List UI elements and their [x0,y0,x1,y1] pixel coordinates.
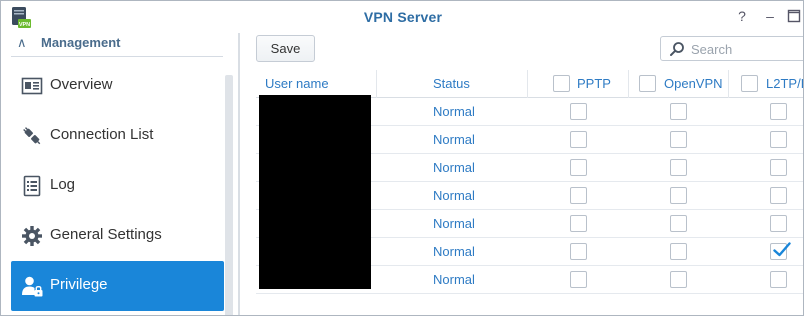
pptp-checkbox[interactable] [570,243,587,260]
sidebar-item-privilege[interactable]: Privilege [11,261,224,311]
l2tp-checkbox[interactable] [770,131,787,148]
sidebar-item-label: Connection List [50,126,154,143]
openvpn-checkbox[interactable] [670,103,687,120]
column-separator [527,70,528,98]
pptp-checkbox[interactable] [570,187,587,204]
l2tp-checkbox[interactable] [770,187,787,204]
sidebar-group-management[interactable]: ∧ Management [11,33,223,57]
sidebar-item-label: General Settings [50,226,162,243]
search-icon [670,42,684,56]
l2tp-checkbox[interactable] [770,159,787,176]
column-header-status[interactable]: Status [433,70,470,98]
l2tp-checkbox[interactable] [770,271,787,288]
sidebar-item-label: Log [50,176,76,193]
openvpn-checkbox[interactable] [670,159,687,176]
save-button[interactable]: Save [256,35,315,62]
l2tp-checkbox[interactable] [770,215,787,232]
status-cell: Normal [433,160,475,175]
sidebar-item-overview[interactable]: Overview [11,61,224,111]
openvpn-checkbox[interactable] [670,215,687,232]
l2tp-select-all-checkbox[interactable] [741,75,758,92]
pptp-select-all-checkbox[interactable] [553,75,570,92]
sidebar-item-log[interactable]: Log [11,161,224,211]
minimize-button[interactable]: – [761,7,779,25]
window-title: VPN Server [363,9,443,25]
pptp-checkbox[interactable] [570,271,587,288]
sidebar-scrollbar[interactable] [225,75,233,315]
gear-icon [22,226,42,246]
pptp-checkbox[interactable] [570,103,587,120]
status-cell: Normal [433,216,475,231]
sidebar-item-label: Privilege [50,276,108,293]
status-cell: Normal [433,188,475,203]
vpn-server-window: VPN VPN Server ? – ∧ Management Overview [0,0,804,316]
l2tp-checkbox[interactable] [770,103,787,120]
column-separator [628,70,629,98]
pptp-checkbox[interactable] [570,159,587,176]
openvpn-checkbox[interactable] [670,271,687,288]
openvpn-checkbox[interactable] [670,243,687,260]
status-cell: Normal [433,244,475,259]
sidebar-item-connection-list[interactable]: Connection List [11,111,224,161]
openvpn-checkbox[interactable] [670,131,687,148]
title-bar: VPN VPN Server ? – [1,1,803,33]
sidebar-item-general-settings[interactable]: General Settings [11,211,224,261]
chevron-up-icon: ∧ [17,35,27,50]
redacted-user-names [259,95,371,289]
openvpn-select-all-checkbox[interactable] [639,75,656,92]
openvpn-checkbox[interactable] [670,187,687,204]
sidebar-item-label: Overview [50,76,113,93]
log-list-icon [23,175,41,197]
table-header: User name Status PPTP OpenVPN L2TP/I [256,70,803,98]
plug-icon [23,127,41,145]
status-cell: Normal [433,132,475,147]
status-cell: Normal [433,272,475,287]
pptp-checkbox[interactable] [570,215,587,232]
user-lock-icon [22,276,43,297]
column-separator [376,70,377,98]
search-input[interactable] [691,40,801,58]
search-box[interactable] [660,36,803,61]
column-header-openvpn[interactable]: OpenVPN [664,70,723,98]
sidebar-group-label: Management [41,35,121,50]
column-header-l2tp[interactable]: L2TP/I [766,70,803,98]
status-cell: Normal [433,104,475,119]
help-button[interactable]: ? [733,7,751,25]
column-separator [728,70,729,98]
sidebar: ∧ Management Overview Connection List Lo… [1,33,235,315]
pptp-checkbox[interactable] [570,131,587,148]
l2tp-checkbox-checked[interactable] [770,242,791,260]
sidebar-divider [238,33,240,315]
checkmark-icon [773,242,791,257]
column-header-user-name[interactable]: User name [265,70,329,98]
maximize-button[interactable] [787,9,801,23]
overview-card-icon [21,77,43,95]
column-header-pptp[interactable]: PPTP [577,70,611,98]
